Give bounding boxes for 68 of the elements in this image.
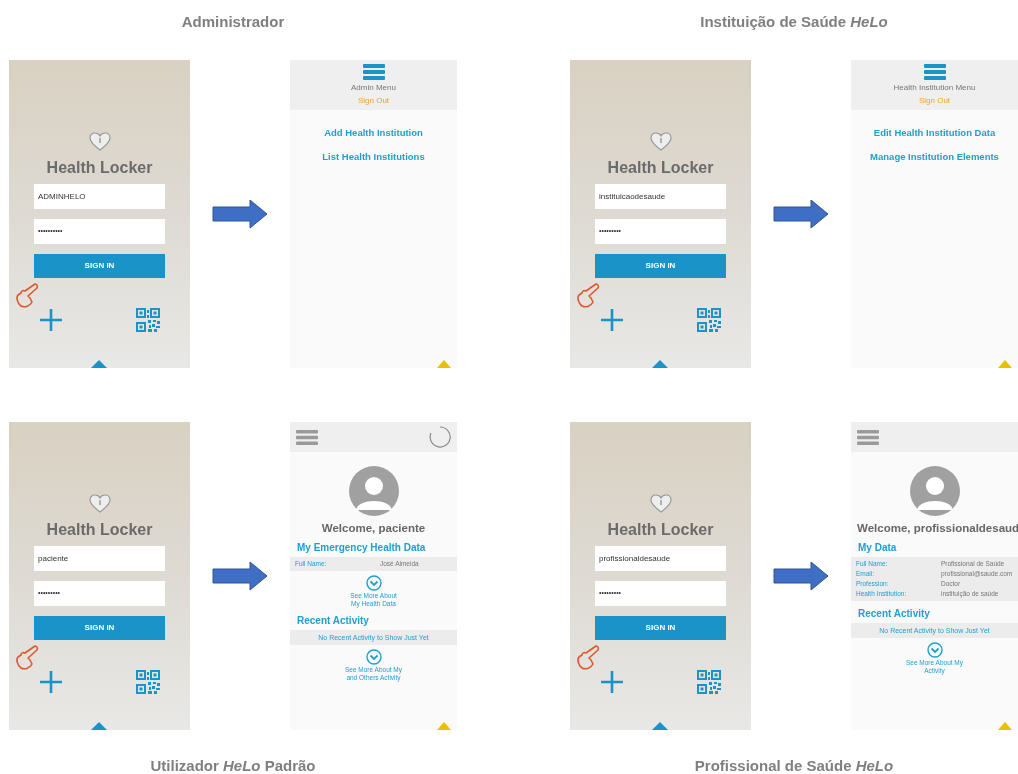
- panel-caption: Instituição de Saúde HeLo: [699, 11, 889, 32]
- up-arrow-icon[interactable]: [437, 722, 451, 730]
- menu-item[interactable]: Manage Institution Elements: [870, 151, 999, 163]
- heart-icon: [88, 494, 111, 514]
- qr-code-icon[interactable]: [697, 670, 721, 694]
- menu-icon[interactable]: [923, 64, 946, 80]
- username-field[interactable]: instituicaodesaude: [595, 184, 726, 209]
- panel-caption: Profissional de Saúde HeLo: [693, 755, 895, 774]
- add-icon[interactable]: [600, 308, 624, 332]
- menu-icon[interactable]: [857, 429, 879, 445]
- right-arrow-icon: [773, 199, 829, 229]
- menu-item[interactable]: List Health Institutions: [322, 151, 425, 163]
- hand-pointer-icon: [576, 281, 600, 309]
- menu-icon[interactable]: [296, 429, 318, 445]
- up-arrow-icon[interactable]: [652, 360, 668, 368]
- panel-caption: Administrador: [180, 11, 286, 32]
- heart-icon: [88, 132, 111, 152]
- right-arrow-icon: [212, 561, 268, 591]
- up-arrow-icon[interactable]: [652, 722, 668, 730]
- expand-chevron-icon[interactable]: [926, 642, 943, 659]
- loading-spinner-icon: [429, 426, 451, 448]
- hand-pointer-icon: [15, 643, 39, 671]
- welcome-title: Welcome, profissionaldesaud: [856, 521, 1018, 536]
- avatar-icon: [348, 466, 399, 516]
- hand-pointer-icon: [576, 643, 600, 671]
- avatar-icon: [909, 466, 960, 516]
- hand-pointer-icon: [15, 281, 39, 309]
- username-field[interactable]: paciente: [34, 546, 165, 571]
- up-arrow-icon[interactable]: [91, 360, 107, 368]
- qr-code-icon[interactable]: [136, 670, 160, 694]
- app-title: Health Locker: [46, 520, 153, 540]
- username-field[interactable]: ADMINHELO: [34, 184, 165, 209]
- username-field[interactable]: profissionaldesaude: [595, 546, 726, 571]
- add-icon[interactable]: [600, 670, 624, 694]
- expand-chevron-icon[interactable]: [365, 575, 382, 592]
- sign-in-button[interactable]: SIGN IN: [595, 616, 726, 640]
- heart-icon: [649, 132, 672, 152]
- up-arrow-icon[interactable]: [998, 722, 1012, 730]
- menu-item[interactable]: Edit Health Institution Data: [873, 127, 996, 139]
- up-arrow-icon[interactable]: [91, 722, 107, 730]
- menu-icon[interactable]: [362, 64, 385, 80]
- section-heading: My Data: [857, 541, 898, 556]
- heart-icon: [649, 494, 672, 514]
- panel-caption: Utilizador HeLo Padrão: [149, 755, 317, 774]
- sign-out-link[interactable]: Sign Out: [357, 95, 390, 107]
- up-arrow-icon[interactable]: [437, 360, 451, 368]
- section-heading: Recent Activity: [857, 607, 931, 622]
- sign-in-button[interactable]: SIGN IN: [34, 254, 165, 278]
- app-title: Health Locker: [607, 158, 714, 178]
- right-arrow-icon: [212, 199, 268, 229]
- menu-item[interactable]: Add Health Institution: [324, 127, 423, 139]
- qr-code-icon[interactable]: [697, 308, 721, 332]
- sign-in-button[interactable]: SIGN IN: [595, 254, 726, 278]
- qr-code-icon[interactable]: [136, 308, 160, 332]
- app-title: Health Locker: [46, 158, 153, 178]
- sign-out-link[interactable]: Sign Out: [918, 95, 951, 107]
- up-arrow-icon[interactable]: [998, 360, 1012, 368]
- expand-chevron-icon[interactable]: [365, 649, 382, 666]
- add-icon[interactable]: [39, 308, 63, 332]
- right-arrow-icon: [773, 561, 829, 591]
- welcome-title: Welcome, paciente: [320, 521, 427, 536]
- section-heading: Recent Activity: [296, 614, 370, 629]
- section-heading: My Emergency Health Data: [296, 541, 427, 556]
- menu-title: Admin Menu: [351, 82, 396, 94]
- sign-in-button[interactable]: SIGN IN: [34, 616, 165, 640]
- app-title: Health Locker: [607, 520, 714, 540]
- menu-title: Health Institution Menu: [893, 82, 976, 94]
- add-icon[interactable]: [39, 670, 63, 694]
